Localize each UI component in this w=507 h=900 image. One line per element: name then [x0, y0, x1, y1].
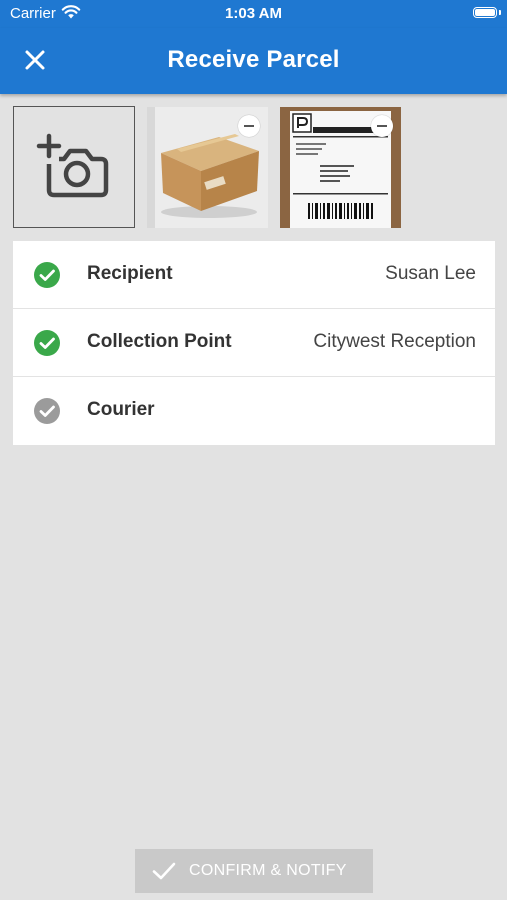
- checkmark-icon: [152, 862, 176, 880]
- check-circle-icon: [34, 398, 60, 424]
- parcel-box-photo[interactable]: [147, 107, 268, 228]
- recipient-label: Recipient: [87, 263, 173, 284]
- add-photo-button[interactable]: [13, 106, 135, 228]
- collection-point-value: Citywest Reception: [313, 331, 476, 352]
- collection-point-label: Collection Point: [87, 331, 232, 352]
- recipient-value: Susan Lee: [385, 263, 476, 284]
- shipping-label-photo[interactable]: [280, 107, 401, 228]
- courier-row[interactable]: Courier: [13, 377, 495, 445]
- check-circle-icon: [34, 330, 60, 356]
- recipient-row[interactable]: Recipient Susan Lee: [13, 241, 495, 309]
- remove-photo-button[interactable]: [371, 115, 393, 137]
- confirm-notify-label: CONFIRM & NOTIFY: [189, 862, 347, 879]
- remove-photo-button[interactable]: [238, 115, 260, 137]
- nav-bar: Receive Parcel: [0, 28, 507, 94]
- status-bar: Carrier 1:03 AM: [0, 0, 507, 28]
- collection-point-row[interactable]: Collection Point Citywest Reception: [13, 309, 495, 377]
- battery-icon: [473, 7, 497, 18]
- clock-label: 1:03 AM: [225, 5, 282, 22]
- check-circle-icon: [34, 262, 60, 288]
- battery-cap: [499, 10, 501, 15]
- courier-label: Courier: [87, 399, 155, 420]
- confirm-notify-button[interactable]: CONFIRM & NOTIFY: [135, 849, 373, 893]
- page-title: Receive Parcel: [167, 46, 340, 73]
- parcel-details-list: Recipient Susan Lee Collection Point Cit…: [13, 241, 495, 445]
- add-photo-icon: [36, 133, 108, 197]
